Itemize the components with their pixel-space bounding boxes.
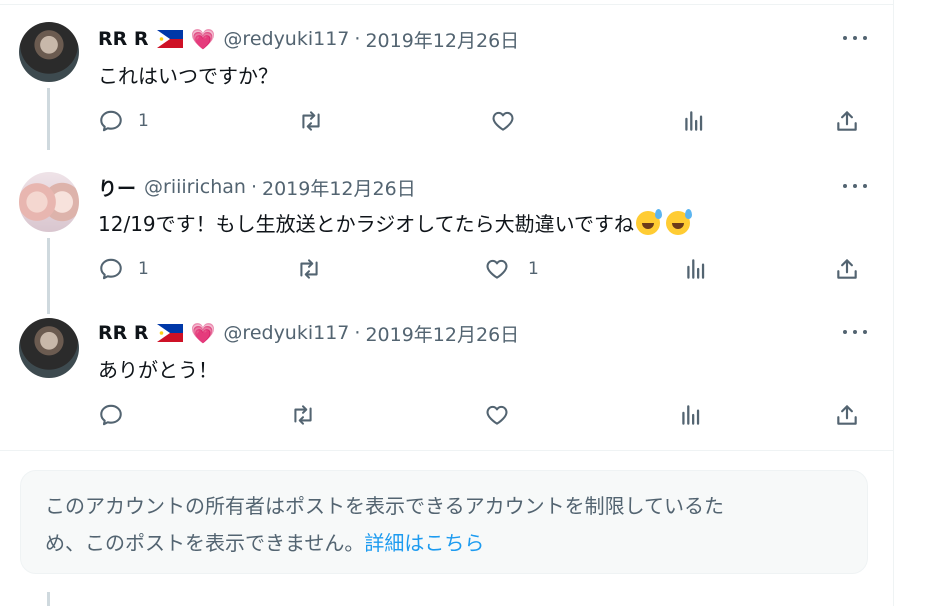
restricted-post-notice: このアカウントの所有者はポストを表示できるアカウントを制限しているた め、このポ… [20,470,868,574]
column-border [893,0,894,606]
tweet-text-body: 12/19です！もし生放送とかラジオしてたら大勘違いですね [98,212,635,236]
user-handle[interactable]: @riiirichan [144,176,246,198]
share-button[interactable] [834,400,860,430]
heart-emoji-icon: 💗 [190,27,216,51]
tweet-header: りー @riiirichan · 2019年12月26日 [98,174,416,200]
user-handle[interactable]: @redyuki117 [223,28,349,50]
thread-line [47,88,50,150]
post-date[interactable]: 2019年12月26日 [365,320,519,347]
analytics-icon [687,259,705,279]
avatar[interactable] [19,172,79,232]
notice-text-line1: このアカウントの所有者はポストを表示できるアカウントを制限しているた [45,494,724,518]
tweet-header: RR R 💗 @redyuki117 · 2019年12月26日 [98,320,519,346]
reply-count: 1 [138,111,149,131]
repost-icon [302,111,320,131]
analytics-icon [685,111,703,131]
heart-icon [492,111,514,131]
reply-icon [100,258,122,280]
timeline: RR R 💗 @redyuki117 · 2019年12月26日 これはいつです… [0,0,894,606]
tweet-header: RR R 💗 @redyuki117 · 2019年12月26日 [98,26,519,52]
more-options-icon[interactable] [843,322,867,342]
views-button[interactable] [683,254,709,284]
like-button[interactable]: 1 [484,254,539,284]
separator-dot: · [354,28,361,50]
analytics-icon [682,405,700,425]
repost-button[interactable] [298,106,324,136]
views-button[interactable] [678,400,704,430]
divider [0,450,893,451]
repost-icon [300,259,318,279]
philippines-flag-icon [156,324,183,342]
user-handle[interactable]: @redyuki117 [223,322,349,344]
tweet-actions: 1 1 [98,254,868,284]
grinning-sweat-emoji-icon [666,209,693,235]
reply-button[interactable] [98,400,124,430]
repost-button[interactable] [296,254,322,284]
reply-count: 1 [138,259,149,279]
tweet-actions: 1 [98,106,868,136]
display-name[interactable]: RR R [98,322,149,344]
post-date[interactable]: 2019年12月26日 [365,26,519,53]
like-button[interactable] [490,106,516,136]
heart-icon [486,405,508,425]
tweet[interactable]: りー @riiirichan · 2019年12月26日 12/19です！もし生… [0,150,893,314]
thread-line [47,592,50,606]
tweet-text: 12/19です！もし生放送とかラジオしてたら大勘違いですね [98,208,693,237]
separator-dot: · [354,322,361,344]
heart-emoji-icon: 💗 [190,321,216,345]
share-icon [837,111,857,131]
avatar[interactable] [19,22,79,82]
philippines-flag-icon [156,30,183,48]
avatar[interactable] [19,318,79,378]
repost-icon [294,405,312,425]
learn-more-link[interactable]: 詳細はこちら [364,531,484,555]
reply-button[interactable]: 1 [98,106,149,136]
like-count: 1 [528,259,539,279]
reply-icon [100,110,122,132]
reply-icon [100,404,122,426]
separator-dot: · [250,176,257,198]
more-options-icon[interactable] [843,28,867,48]
post-date[interactable]: 2019年12月26日 [262,174,416,201]
tweet-text: これはいつですか？ [98,64,278,88]
share-icon [837,405,857,425]
reply-button[interactable]: 1 [98,254,149,284]
views-button[interactable] [681,106,707,136]
tweet[interactable]: RR R 💗 @redyuki117 · 2019年12月26日 これはいつです… [0,0,893,150]
share-button[interactable] [834,254,860,284]
tweet-actions [98,400,868,430]
display-name[interactable]: りー [98,174,136,201]
grinning-sweat-emoji-icon [636,209,663,235]
heart-icon [486,259,508,279]
like-button[interactable] [484,400,510,430]
display-name[interactable]: RR R [98,28,149,50]
notice-text-line2: め、このポストを表示できません。 [45,531,365,555]
tweet[interactable]: RR R 💗 @redyuki117 · 2019年12月26日 ありがとう！ [0,298,893,450]
repost-button[interactable] [290,400,316,430]
more-options-icon[interactable] [843,176,867,196]
tweet-text: ありがとう！ [98,358,218,382]
share-icon [837,259,857,279]
share-button[interactable] [834,106,860,136]
